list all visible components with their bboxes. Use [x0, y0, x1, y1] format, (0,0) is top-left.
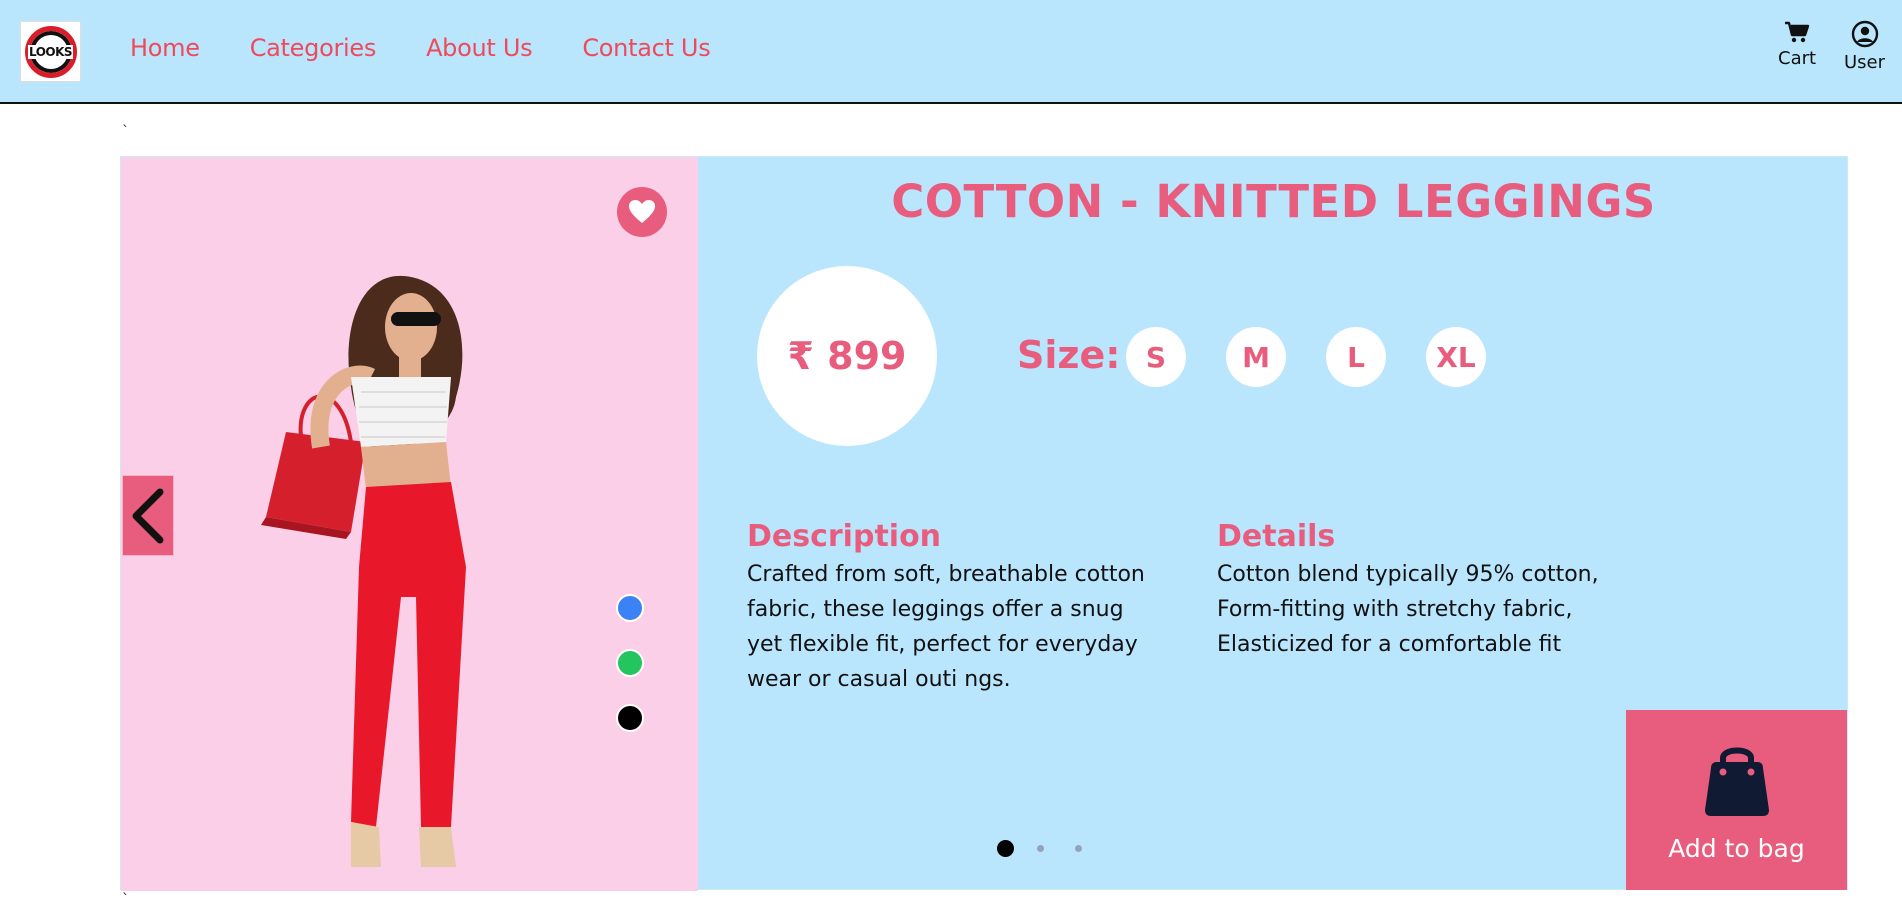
color-option-black[interactable]	[616, 704, 644, 732]
stray-character: `	[122, 124, 129, 140]
product-image-panel	[121, 157, 698, 891]
chevron-left-icon	[132, 488, 164, 543]
details-line: Form-fitting with stretchy fabric,	[1217, 597, 1573, 622]
size-label: Size:	[1017, 333, 1121, 377]
cart-icon	[1785, 21, 1810, 43]
size-option-l[interactable]: L	[1326, 327, 1386, 387]
color-option-green[interactable]	[616, 649, 644, 677]
stray-character-bottom: `	[122, 892, 129, 908]
color-option-blue[interactable]	[616, 594, 644, 622]
product-image	[261, 275, 466, 867]
product-price: ₹ 899	[757, 266, 937, 446]
description-line: wear or casual outi ngs.	[747, 667, 1011, 692]
brand-logo[interactable]: LOOKS	[20, 21, 81, 82]
logo-text: LOOKS	[27, 44, 74, 59]
details-line: Elasticized for a comfortable fit	[1217, 632, 1562, 657]
carousel-dot-3[interactable]	[1075, 845, 1082, 852]
size-option-m[interactable]: M	[1226, 327, 1286, 387]
cart-button[interactable]: Cart	[1778, 20, 1816, 69]
size-option-s[interactable]: S	[1126, 327, 1186, 387]
navbar: LOOKS Home Categories About Us Contact U…	[0, 0, 1902, 104]
heart-icon	[629, 200, 655, 223]
shopping-bag-icon	[1704, 747, 1769, 816]
nav-link-categories[interactable]: Categories	[250, 34, 377, 62]
user-label: User	[1844, 52, 1886, 73]
details-line: Cotton blend typically 95% cotton,	[1217, 562, 1599, 587]
nav-links: Home Categories About Us Contact Us	[130, 34, 711, 62]
description-line: Crafted from soft, breathable cotton	[747, 562, 1145, 587]
details-text: Cotton blend typically 95% cotton, Form-…	[1217, 557, 1637, 662]
description-line: fabric, these leggings offer a snug	[747, 597, 1124, 622]
previous-image-button[interactable]	[122, 475, 174, 556]
product-card: COTTON - KNITTED LEGGINGS ₹ 899 Size: S …	[120, 156, 1848, 891]
carousel-dot-2[interactable]	[1037, 845, 1044, 852]
carousel-dot-1[interactable]	[997, 840, 1014, 857]
details-heading: Details	[1217, 519, 1336, 554]
nav-link-about-us[interactable]: About Us	[426, 34, 533, 62]
add-to-bag-button[interactable]: Add to bag	[1626, 710, 1847, 890]
user-button[interactable]: User	[1844, 20, 1885, 73]
description-line: yet flexible fit, perfect for everyday	[747, 632, 1138, 657]
description-heading: Description	[747, 519, 942, 554]
favorite-button[interactable]	[617, 187, 667, 237]
nav-link-contact-us[interactable]: Contact Us	[582, 34, 710, 62]
cart-label: Cart	[1778, 48, 1817, 69]
description-text: Crafted from soft, breathable cotton fab…	[747, 557, 1167, 697]
product-title: COTTON - KNITTED LEGGINGS	[891, 175, 1656, 228]
nav-link-home[interactable]: Home	[130, 34, 200, 62]
size-option-xl[interactable]: XL	[1426, 327, 1486, 387]
add-to-bag-label: Add to bag	[1668, 834, 1805, 863]
user-icon	[1851, 20, 1878, 48]
